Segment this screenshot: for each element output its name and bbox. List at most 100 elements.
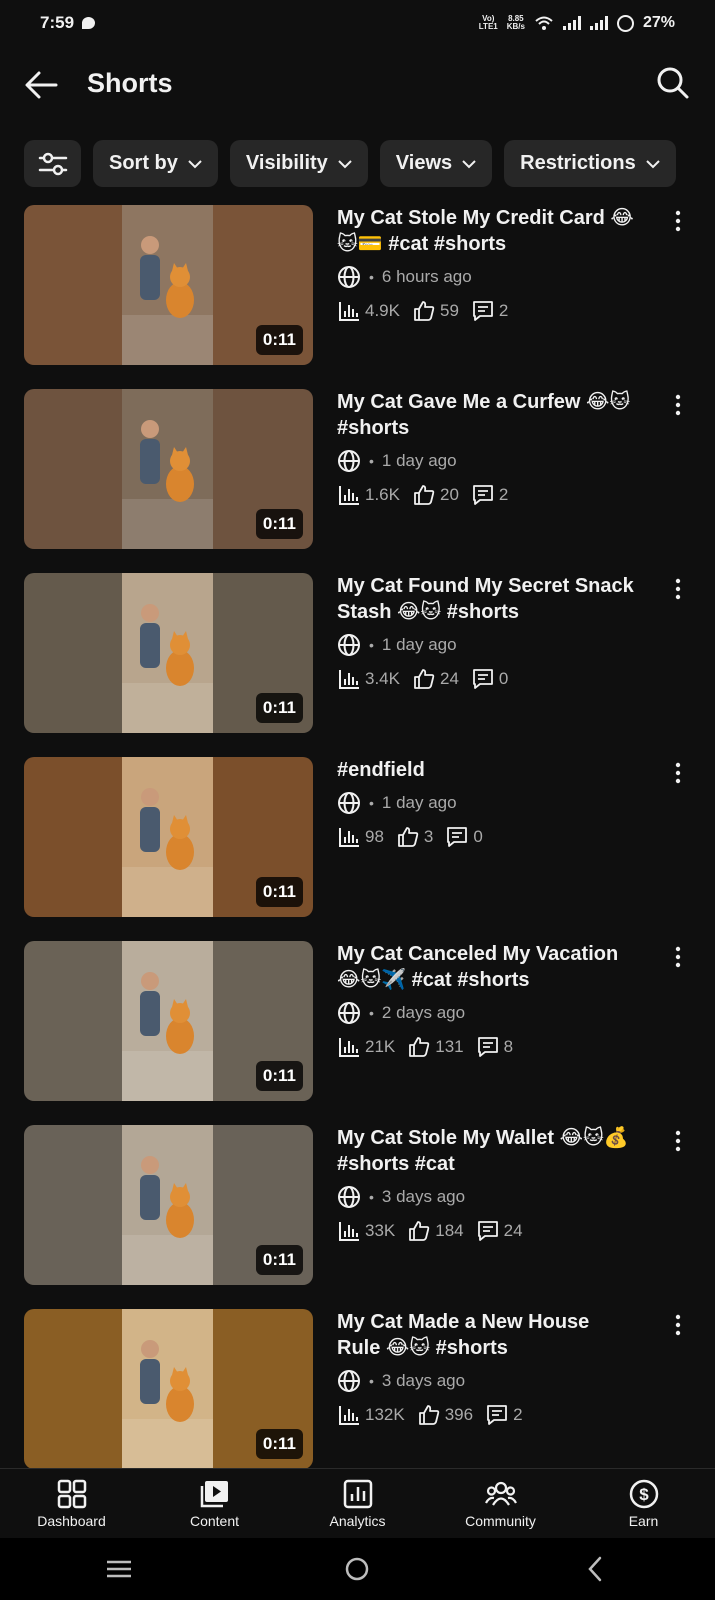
video-title[interactable]: My Cat Found My Secret Snack Stash 😂🐱 #s… — [337, 573, 637, 625]
likes-stat: 3 — [396, 825, 433, 849]
page-title: Shorts — [87, 68, 173, 98]
home-icon[interactable] — [342, 1554, 372, 1584]
video-title[interactable]: My Cat Stole My Credit Card 😂🐱💳 #cat #sh… — [337, 205, 637, 257]
comments-count: 2 — [498, 485, 509, 504]
video-info: My Cat Stole My Credit Card 😂🐱💳 #cat #sh… — [337, 205, 637, 323]
network-type: Vo) LTE1 — [478, 14, 498, 31]
thumbnail-image — [122, 1309, 213, 1469]
video-age: 2 days ago — [381, 1003, 466, 1022]
video-thumbnail[interactable]: 0:11 — [24, 757, 313, 917]
comment-icon — [477, 1221, 498, 1241]
nav-label: Analytics — [329, 1513, 386, 1529]
likes-stat: 396 — [417, 1403, 473, 1427]
nav-earn[interactable]: $ Earn — [572, 1469, 715, 1538]
video-thumbnail[interactable]: 0:11 — [24, 1125, 313, 1285]
battery-saver-icon — [616, 14, 634, 32]
comments-stat: 24 — [476, 1219, 523, 1243]
likes-stat: 184 — [407, 1219, 464, 1243]
more-vert-icon[interactable] — [668, 209, 688, 233]
views-stat: 1.6K — [337, 483, 400, 507]
network-speed: 8.85 KB/s — [506, 14, 525, 31]
video-stats: 4.9K 59 2 — [337, 299, 637, 323]
video-age: 1 day ago — [381, 451, 457, 470]
more-vert-icon[interactable] — [668, 393, 688, 417]
video-info: My Cat Gave Me a Curfew 😂🐱 #shorts • 1 d… — [337, 389, 637, 507]
recent-apps-icon[interactable] — [104, 1554, 134, 1584]
comment-icon — [473, 301, 493, 321]
video-thumbnail[interactable]: 0:11 — [24, 205, 313, 365]
video-info: My Cat Canceled My Vacation 😂🐱✈️ #cat #s… — [337, 941, 637, 1059]
system-back-icon[interactable] — [581, 1554, 611, 1584]
video-row[interactable]: 0:11 My Cat Made a New House Rule 😂🐱 #sh… — [0, 1309, 715, 1493]
restrictions-chip[interactable]: Restrictions — [504, 140, 676, 187]
globe-icon — [338, 1370, 360, 1392]
video-row[interactable]: 0:11 My Cat Gave Me a Curfew 😂🐱 #shorts … — [0, 389, 715, 573]
likes-count: 184 — [435, 1221, 464, 1240]
nav-label: Community — [465, 1513, 536, 1529]
video-thumbnail[interactable]: 0:11 — [24, 389, 313, 549]
duration-badge: 0:11 — [255, 877, 303, 907]
video-title[interactable]: My Cat Canceled My Vacation 😂🐱✈️ #cat #s… — [337, 941, 637, 993]
video-meta: • 6 hours ago — [337, 265, 637, 289]
views-stat: 98 — [337, 825, 384, 849]
likes-count: 59 — [439, 301, 459, 320]
views-chip[interactable]: Views — [379, 140, 493, 187]
globe-icon — [338, 450, 360, 472]
bottom-nav: Dashboard Content Analytics Community $ — [0, 1468, 715, 1538]
filter-chips: Sort by Visibility Views Restrictions — [24, 140, 676, 187]
chip-label: Restrictions — [520, 152, 636, 174]
earn-icon: $ — [629, 1479, 658, 1509]
cat-scene-icon — [122, 788, 213, 917]
more-vert-icon[interactable] — [668, 1313, 688, 1337]
separator-dot: • — [369, 1189, 374, 1205]
more-vert-icon[interactable] — [668, 1129, 688, 1153]
visibility-chip[interactable]: Visibility — [229, 140, 368, 187]
comments-stat: 0 — [471, 667, 508, 691]
back-arrow-icon[interactable] — [24, 70, 58, 100]
video-title[interactable]: #endfield — [337, 757, 637, 783]
views-count: 4.9K — [365, 301, 400, 320]
video-thumbnail[interactable]: 0:11 — [24, 941, 313, 1101]
bar-chart-icon — [339, 1406, 359, 1425]
video-stats: 3.4K 24 0 — [337, 667, 637, 691]
sort-by-chip[interactable]: Sort by — [93, 140, 218, 187]
video-age: 1 day ago — [381, 635, 457, 654]
video-info: My Cat Found My Secret Snack Stash 😂🐱 #s… — [337, 573, 637, 691]
video-info: My Cat Stole My Wallet 😂🐱💰 #shorts #cat … — [337, 1125, 637, 1243]
views-stat: 4.9K — [337, 299, 400, 323]
video-title[interactable]: My Cat Stole My Wallet 😂🐱💰 #shorts #cat — [337, 1125, 637, 1177]
chip-label: Sort by — [109, 152, 178, 174]
likes-count: 3 — [423, 827, 434, 846]
nav-community[interactable]: Community — [429, 1469, 572, 1538]
nav-content[interactable]: Content — [143, 1469, 286, 1538]
video-title[interactable]: My Cat Made a New House Rule 😂🐱 #shorts — [337, 1309, 637, 1361]
views-count: 98 — [365, 827, 384, 846]
video-thumbnail[interactable]: 0:11 — [24, 1309, 313, 1469]
dashboard-icon — [57, 1479, 86, 1509]
video-row[interactable]: 0:11 My Cat Stole My Credit Card 😂🐱💳 #ca… — [0, 205, 715, 389]
video-row[interactable]: 0:11 #endfield • 1 day ago 98 3 0 — [0, 757, 715, 941]
comments-count: 2 — [498, 301, 509, 320]
video-title[interactable]: My Cat Gave Me a Curfew 😂🐱 #shorts — [337, 389, 637, 441]
thumbs-up-icon — [398, 827, 419, 847]
comments-count: 24 — [503, 1221, 523, 1240]
svg-text:$: $ — [639, 1485, 649, 1504]
search-icon[interactable] — [656, 66, 690, 100]
comment-icon — [447, 827, 468, 847]
video-thumbnail[interactable]: 0:11 — [24, 573, 313, 733]
sliders-icon — [38, 152, 67, 175]
more-vert-icon[interactable] — [668, 945, 688, 969]
more-vert-icon[interactable] — [668, 577, 688, 601]
duration-badge: 0:11 — [255, 325, 303, 355]
signal-icon-2 — [589, 16, 608, 30]
filter-settings-button[interactable] — [24, 140, 81, 187]
video-meta: • 1 day ago — [337, 633, 637, 657]
video-row[interactable]: 0:11 My Cat Found My Secret Snack Stash … — [0, 573, 715, 757]
video-row[interactable]: 0:11 My Cat Stole My Wallet 😂🐱💰 #shorts … — [0, 1125, 715, 1309]
more-vert-icon[interactable] — [668, 761, 688, 785]
nav-dashboard[interactable]: Dashboard — [0, 1469, 143, 1538]
nav-analytics[interactable]: Analytics — [286, 1469, 429, 1538]
bar-chart-icon — [339, 828, 359, 847]
comments-count: 2 — [513, 1405, 523, 1424]
video-row[interactable]: 0:11 My Cat Canceled My Vacation 😂🐱✈️ #c… — [0, 941, 715, 1125]
